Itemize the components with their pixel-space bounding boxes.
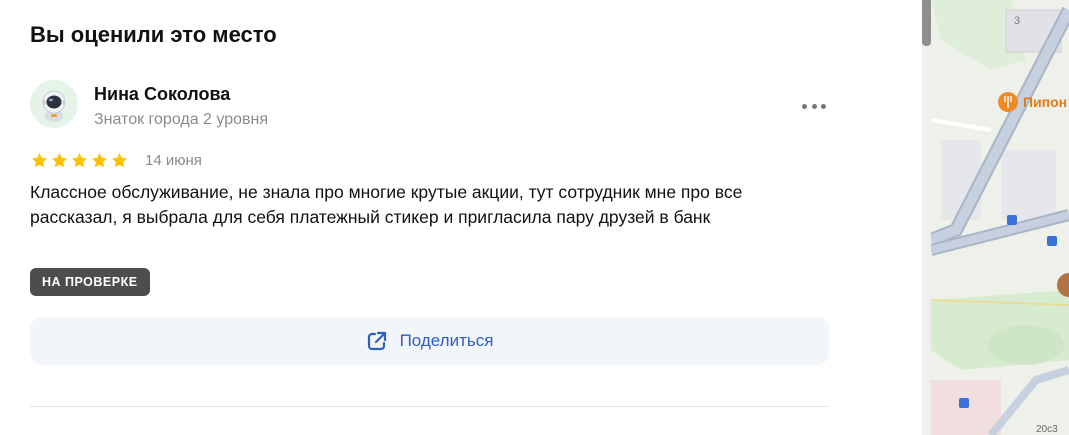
author-name[interactable]: Нина Соколова	[94, 84, 230, 105]
star-icon	[51, 152, 68, 168]
map-canvas	[931, 0, 1069, 435]
status-badge: НА ПРОВЕРКЕ	[30, 268, 150, 296]
scrollbar-thumb[interactable]	[922, 0, 931, 46]
section-title: Вы оценили это место	[30, 22, 277, 47]
avatar[interactable]	[30, 80, 78, 128]
share-external-icon	[367, 331, 386, 351]
star-icon	[31, 152, 48, 168]
map-building-number: 3	[1014, 15, 1021, 27]
star-icon	[111, 152, 128, 168]
star-icon	[71, 152, 88, 168]
more-dots-icon	[802, 103, 807, 109]
more-dots-icon	[821, 103, 826, 109]
review-date: 14 июня	[145, 152, 202, 169]
map-street-number: 20с3	[1036, 424, 1058, 435]
scrollbar-track[interactable]	[922, 0, 931, 435]
review-text: Классное обслуживание, не знала про мног…	[30, 182, 743, 227]
astronaut-avatar-icon	[30, 80, 78, 128]
star-icon	[91, 152, 108, 168]
rating-stars	[30, 151, 129, 170]
review-panel: Вы оценили это место Нина Соколова Знато…	[0, 0, 922, 435]
share-button[interactable]: Поделиться	[30, 317, 829, 365]
map-view[interactable]: 3 Пипон 20с3	[931, 0, 1069, 435]
divider	[30, 406, 829, 407]
author-level: Знаток города 2 уровня	[94, 111, 269, 128]
more-dots-icon	[811, 103, 817, 109]
more-options-button[interactable]	[800, 96, 828, 116]
map-place-label[interactable]: Пипон	[1023, 94, 1067, 110]
share-label: Поделиться	[399, 331, 494, 350]
